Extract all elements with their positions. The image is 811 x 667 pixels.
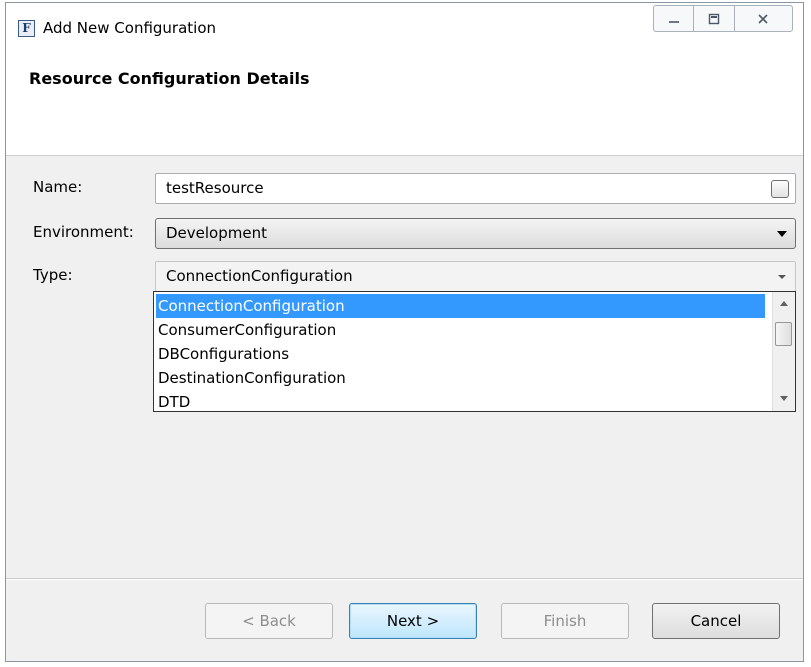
dropdown-item[interactable]: DBConfigurations <box>156 342 765 366</box>
environment-value: Development <box>166 224 267 242</box>
type-label: Type: <box>33 266 73 284</box>
close-button[interactable] <box>735 6 792 31</box>
maximize-button[interactable] <box>694 6 735 31</box>
title-bar: F Add New Configuration <box>6 3 803 45</box>
back-button[interactable]: < Back <box>205 603 333 639</box>
next-button[interactable]: Next > <box>349 603 477 639</box>
chevron-down-icon <box>778 275 786 279</box>
dropdown-item[interactable]: ConsumerConfiguration <box>156 318 765 342</box>
scroll-up-icon[interactable] <box>780 301 788 306</box>
environment-label: Environment: <box>33 223 134 241</box>
scroll-down-icon[interactable] <box>780 396 788 401</box>
dropdown-item[interactable]: DestinationConfiguration <box>156 366 765 390</box>
app-icon: F <box>18 20 35 37</box>
banner-title: Resource Configuration Details <box>29 69 310 88</box>
header-banner: Resource Configuration Details <box>6 45 803 156</box>
maximize-icon <box>708 13 720 24</box>
cancel-button[interactable]: Cancel <box>652 603 780 639</box>
window-title: Add New Configuration <box>43 19 217 37</box>
dropdown-scrollbar[interactable] <box>772 292 795 411</box>
name-field-checkbox[interactable] <box>771 180 789 198</box>
type-select[interactable]: ConnectionConfiguration <box>155 261 796 292</box>
name-label: Name: <box>33 178 83 196</box>
window-controls <box>653 5 793 32</box>
finish-button[interactable]: Finish <box>501 603 629 639</box>
footer-divider-highlight <box>6 579 803 580</box>
type-value: ConnectionConfiguration <box>166 267 353 285</box>
environment-select[interactable]: Development <box>155 218 796 249</box>
type-dropdown-list[interactable]: ConnectionConfiguration ConsumerConfigur… <box>153 291 796 412</box>
minimize-icon <box>668 20 679 23</box>
minimize-button[interactable] <box>654 6 695 31</box>
dropdown-item[interactable]: ConnectionConfiguration <box>156 294 765 318</box>
scrollbar-thumb[interactable] <box>775 322 792 346</box>
close-icon <box>758 13 768 24</box>
chevron-down-icon <box>777 231 787 237</box>
dropdown-item[interactable]: DTD <box>156 390 765 414</box>
dialog-window: F Add New Configuration Resource Configu… <box>5 2 804 662</box>
name-field[interactable]: testResource <box>155 173 796 204</box>
